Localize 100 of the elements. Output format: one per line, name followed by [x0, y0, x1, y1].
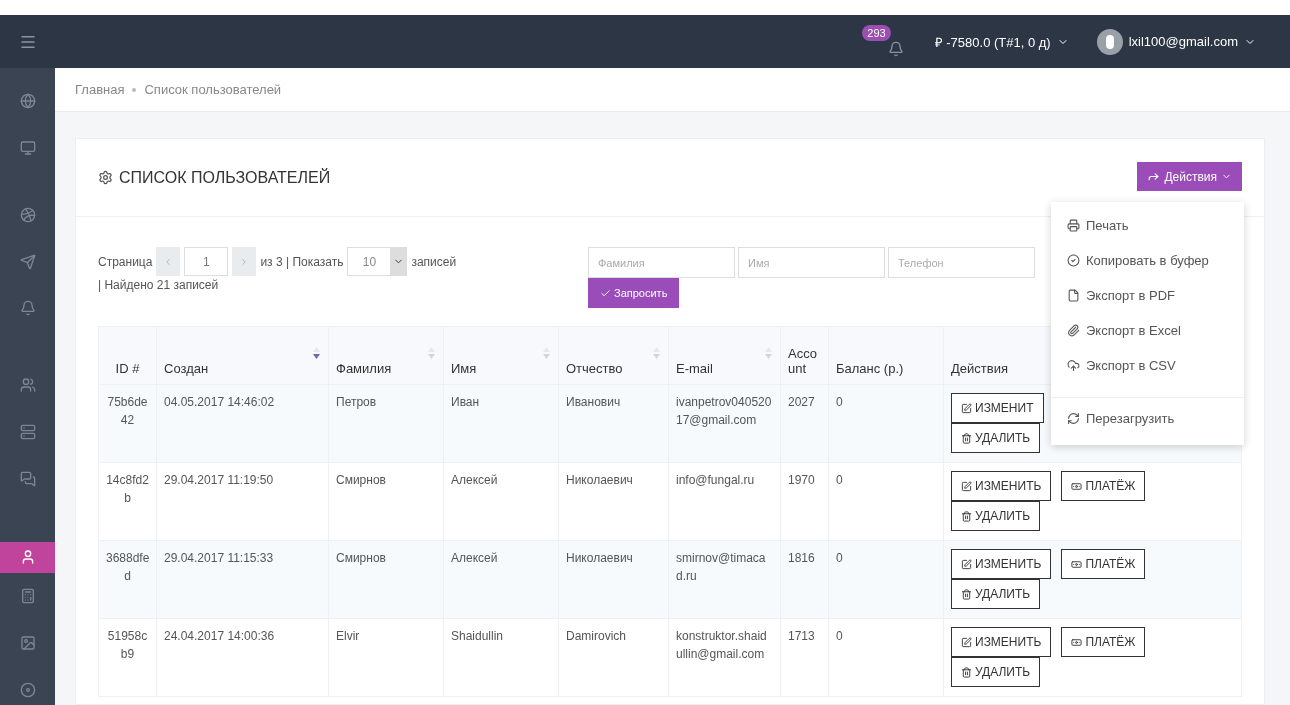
- surname-cell: Петров: [328, 384, 444, 463]
- patronymic-cell: Николаевич: [558, 540, 669, 619]
- account-cell: 1816: [780, 540, 829, 619]
- calculator-icon: [19, 588, 36, 605]
- trash-icon: [961, 510, 972, 522]
- edit-button[interactable]: ИЗМЕНИТЬ: [951, 471, 1052, 501]
- globe-icon: [19, 93, 36, 110]
- edit-icon: [961, 402, 972, 414]
- bell-icon: [887, 40, 904, 57]
- edit-icon: [961, 480, 972, 492]
- column-header[interactable]: E-mail: [668, 326, 781, 385]
- column-header[interactable]: Acco unt: [780, 326, 829, 385]
- page-input[interactable]: 1: [184, 247, 229, 276]
- menu-item[interactable]: Печать: [1051, 208, 1244, 243]
- column-header[interactable]: Отчество: [558, 326, 669, 385]
- surname-cell: Смирнов: [328, 462, 444, 541]
- people-icon: [19, 377, 36, 394]
- date-cell: 29.04.2017 11:15:33: [156, 540, 329, 619]
- menu-item[interactable]: Экспорт в CSV: [1051, 348, 1244, 383]
- picture-icon: [19, 634, 36, 651]
- column-header[interactable]: Создан: [156, 326, 329, 385]
- page-size-select[interactable]: 10: [347, 247, 408, 276]
- payment-button[interactable]: ПЛАТЁЖ: [1061, 549, 1146, 579]
- name-cell: Shaidullin: [443, 618, 559, 697]
- email-cell: smirnov@timacad.ru: [668, 540, 781, 619]
- filter-field[interactable]: Фамилия: [588, 247, 735, 278]
- menu-item[interactable]: Копировать в буфер: [1051, 243, 1244, 278]
- sort-icon: [543, 347, 550, 359]
- column-header[interactable]: ID #: [98, 326, 157, 385]
- edit-button[interactable]: ИЗМЕНИТ: [951, 393, 1044, 423]
- menu-item[interactable]: Экспорт в Excel: [1051, 313, 1244, 348]
- reload-icon: [1067, 412, 1080, 425]
- found-count: | Найдено 21 записей: [98, 278, 220, 292]
- email-cell: konstruktor.shaidullin@gmail.com: [668, 618, 781, 697]
- paperclip-icon: [1067, 324, 1080, 337]
- account-cell: 1713: [780, 618, 829, 697]
- column-header[interactable]: Имя: [443, 326, 559, 385]
- breadcrumb-link[interactable]: Главная: [75, 82, 125, 97]
- id-cell: 75b6de 42: [98, 384, 157, 463]
- balance-menu[interactable]: ₽ -7580.0 (Т#1, 0 д): [934, 32, 1069, 51]
- payment-button[interactable]: ПЛАТЁЖ: [1061, 471, 1146, 501]
- account-cell: 1970: [780, 462, 829, 541]
- payment-button[interactable]: ПЛАТЁЖ: [1061, 627, 1146, 657]
- delete-button[interactable]: УДАЛИТЬ: [951, 657, 1041, 687]
- sort-icon: [653, 347, 660, 359]
- delete-button[interactable]: УДАЛИТЬ: [951, 501, 1041, 531]
- notification-badge: 293: [862, 24, 891, 41]
- query-button[interactable]: Запросить: [588, 278, 680, 308]
- patronymic-cell: Иванович: [558, 384, 669, 463]
- date-cell: 29.04.2017 11:19:50: [156, 462, 329, 541]
- filter-field[interactable]: Имя: [738, 247, 885, 278]
- page-count-label: из 3 | Показать: [260, 254, 344, 269]
- page-label: Страница: [98, 254, 153, 269]
- cloud-upload-icon: [1067, 359, 1080, 372]
- separator-dot-icon: [132, 87, 137, 92]
- sort-icon: [428, 347, 435, 359]
- banknote-icon: [1071, 636, 1083, 648]
- actions-button[interactable]: Действия: [1137, 162, 1242, 191]
- name-cell: Алексей: [443, 462, 559, 541]
- delete-button[interactable]: УДАЛИТЬ: [951, 579, 1041, 609]
- send-icon: [19, 253, 36, 270]
- check-icon: [600, 287, 611, 299]
- chat-icon: [19, 470, 36, 487]
- breadcrumb-link[interactable]: Список пользователей: [144, 82, 282, 97]
- edit-icon: [961, 558, 972, 570]
- trash-icon: [961, 432, 972, 444]
- surname-cell: Elvir: [328, 618, 444, 697]
- monitor-icon: [19, 140, 36, 157]
- records-label: записей: [411, 254, 457, 269]
- balance-cell: 0: [828, 618, 944, 697]
- trash-icon: [961, 666, 972, 678]
- name-cell: Алексей: [443, 540, 559, 619]
- id-cell: 51958c b9: [98, 618, 157, 697]
- share-arrow-icon: [1147, 170, 1161, 183]
- filter-field[interactable]: Телефон: [888, 247, 1035, 278]
- file-icon: [1067, 289, 1080, 302]
- sidebar-item[interactable]: [0, 542, 55, 573]
- balance-cell: 0: [828, 540, 944, 619]
- menu-item[interactable]: Экспорт в PDF: [1051, 278, 1244, 313]
- banknote-icon: [1071, 558, 1083, 570]
- id-cell: 3688dfe d: [98, 540, 157, 619]
- ball-icon: [19, 206, 36, 223]
- panel-title: СПИСОК ПОЛЬЗОВАТЕЛЕЙ: [119, 168, 331, 187]
- date-cell: 24.04.2017 14:00:36: [156, 618, 329, 697]
- user-menu[interactable]: lxil100@gmail.com: [1096, 28, 1256, 55]
- server-icon: [19, 423, 36, 440]
- email-cell: info@fungal.ru: [668, 462, 781, 541]
- balance-cell: 0: [828, 384, 944, 463]
- delete-button[interactable]: УДАЛИТЬ: [951, 423, 1041, 453]
- date-cell: 04.05.2017 14:46:02: [156, 384, 329, 463]
- column-header[interactable]: Фамилия: [328, 326, 444, 385]
- account-cell: 2027: [780, 384, 829, 463]
- edit-button[interactable]: ИЗМЕНИТЬ: [951, 549, 1052, 579]
- column-header[interactable]: Баланс (р.): [828, 326, 944, 385]
- check-circle-icon: [1067, 254, 1080, 267]
- id-cell: 14c8fd2 b: [98, 462, 157, 541]
- printer-icon: [1067, 219, 1080, 232]
- trash-icon: [961, 588, 972, 600]
- surname-cell: Смирнов: [328, 540, 444, 619]
- edit-button[interactable]: ИЗМЕНИТЬ: [951, 627, 1052, 657]
